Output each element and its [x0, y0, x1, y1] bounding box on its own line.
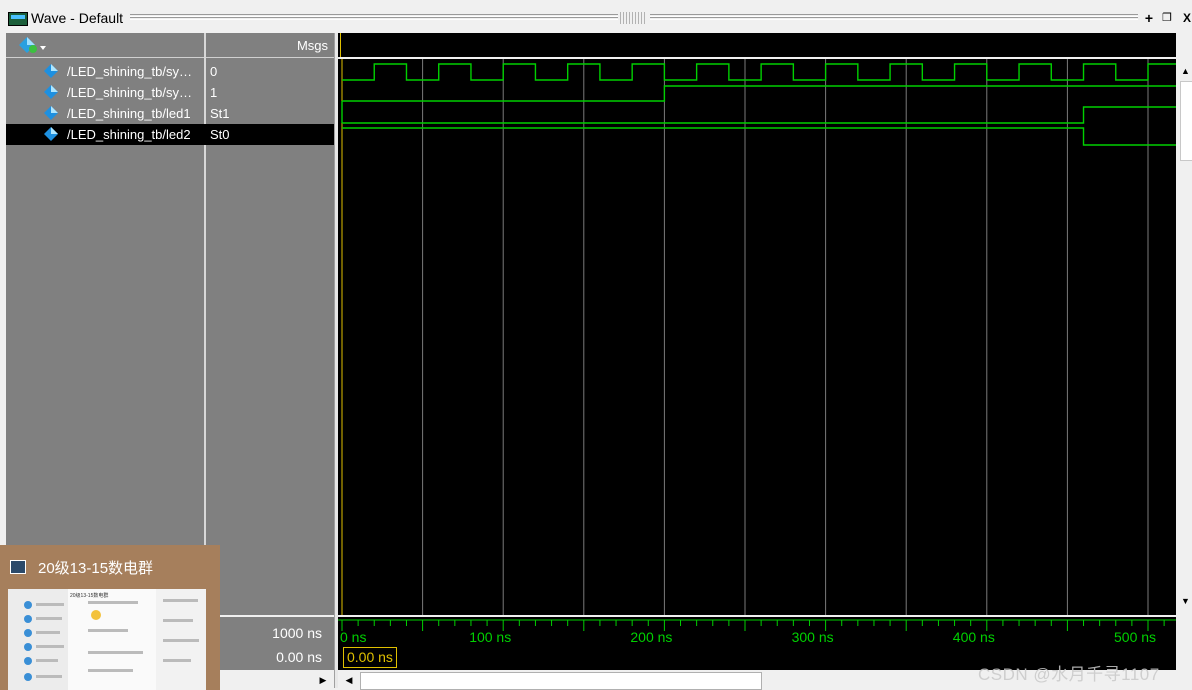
signal-value-row[interactable]: 1	[206, 82, 334, 103]
signal-row[interactable]: /LED_shining_tb/led1	[6, 103, 204, 124]
vertical-scroll-thumb[interactable]	[1180, 81, 1192, 161]
diamond-signal-icon	[44, 64, 58, 78]
signal-group-dropdown-icon[interactable]	[18, 36, 54, 54]
scroll-down-icon[interactable]: ▼	[1179, 595, 1192, 608]
names-header	[6, 33, 204, 58]
ruler-tick-label: 500 ns	[1114, 629, 1156, 645]
time-ruler[interactable]: 0 ns 100 ns 200 ns 300 ns 400 ns 500 ns	[338, 617, 1176, 647]
window-titlebar: Wave - Default + ❐ X	[0, 6, 1192, 30]
thumbnail-header: 20级13-15数电群	[70, 592, 108, 599]
vertical-scrollbar[interactable]: ▲ ▼	[1179, 59, 1192, 615]
signal-name: /LED_shining_tb/led1	[67, 106, 191, 121]
signal-value: St1	[210, 106, 230, 121]
scroll-up-icon[interactable]: ▲	[1179, 65, 1192, 78]
cursor-time-box[interactable]: 0.00 ns	[343, 647, 397, 668]
cursor-time-label: 0.00 ns	[276, 649, 322, 665]
waveform-clock	[342, 63, 1176, 81]
ruler-tick-label: 200 ns	[630, 629, 672, 645]
waveform-led2	[342, 127, 1176, 146]
diamond-signal-icon	[44, 85, 58, 99]
waveform-canvas[interactable]	[338, 59, 1176, 615]
now-time-label: 1000 ns	[272, 625, 322, 641]
diamond-signal-icon	[44, 106, 58, 120]
scroll-left-icon[interactable]: ◀	[342, 673, 356, 687]
signal-row[interactable]: /LED_shining_tb/sy…	[6, 82, 204, 103]
msgs-column-header: Msgs	[296, 38, 328, 53]
signal-value: St0	[210, 127, 230, 142]
signal-value: 1	[210, 85, 218, 100]
add-button[interactable]: +	[1142, 10, 1156, 26]
titlebar-grip	[130, 17, 618, 20]
ruler-tick-label: 400 ns	[953, 629, 995, 645]
horizontal-scroll-thumb[interactable]	[360, 672, 762, 690]
dock-handle[interactable]	[620, 12, 646, 24]
chat-app-icon	[10, 560, 26, 574]
signal-row[interactable]: /LED_shining_tb/sy…	[6, 61, 204, 82]
taskbar-preview-popup[interactable]: 20级13-15数电群 20级13-15数电群	[0, 545, 220, 690]
titlebar-grip	[650, 17, 1138, 20]
undock-button[interactable]: ❐	[1160, 10, 1174, 26]
scroll-right-icon[interactable]: ▶	[316, 673, 330, 687]
signal-value-row[interactable]: 0	[206, 61, 334, 82]
popup-title: 20级13-15数电群	[38, 560, 154, 577]
values-header: Msgs	[206, 33, 334, 58]
signal-name: /LED_shining_tb/sy…	[67, 85, 193, 100]
watermark: CSDN @水月千寻1107	[978, 665, 1160, 684]
signal-value: 0	[210, 64, 218, 79]
close-button[interactable]: X	[1180, 10, 1192, 26]
wave-header	[338, 33, 1176, 57]
cursor-marker[interactable]	[340, 33, 341, 57]
ruler-tick-label: 300 ns	[792, 629, 834, 645]
waveform-led1	[342, 106, 1176, 124]
signal-name: /LED_shining_tb/sy…	[67, 64, 193, 79]
waveform-signal2	[342, 85, 1176, 102]
diamond-signal-icon	[44, 127, 58, 141]
signal-name: /LED_shining_tb/led2	[67, 127, 191, 142]
ruler-tick-label: 100 ns	[469, 629, 511, 645]
wave-window-icon	[8, 12, 28, 26]
window-thumbnail[interactable]: 20级13-15数电群	[8, 589, 206, 690]
ruler-tick-label: 0 ns	[340, 629, 366, 645]
signal-value-row-selected[interactable]: St0	[206, 124, 334, 145]
signal-value-row[interactable]: St1	[206, 103, 334, 124]
window-title: Wave - Default	[31, 10, 124, 26]
